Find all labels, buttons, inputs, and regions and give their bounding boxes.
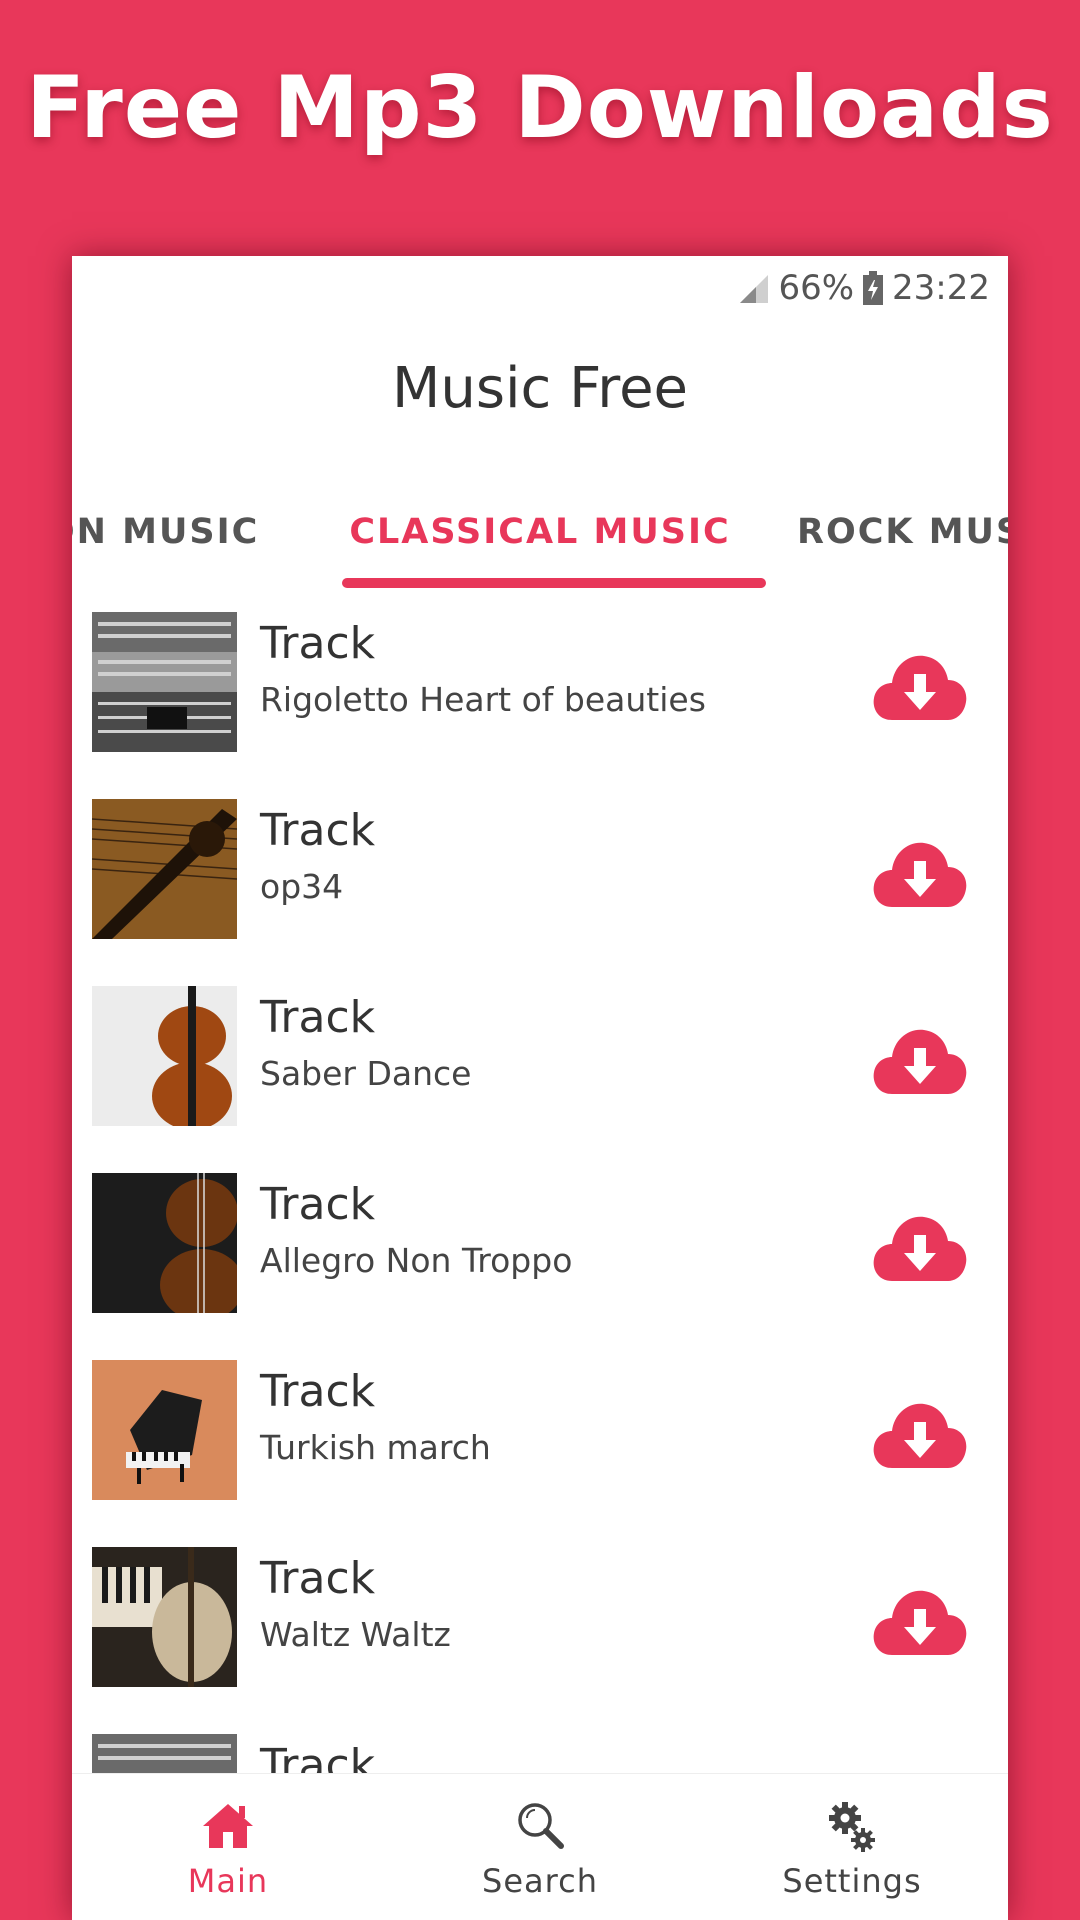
- tab-rock-music[interactable]: ROCK MUS: [797, 496, 1008, 592]
- list-item[interactable]: Track op34: [72, 799, 1008, 986]
- nav-settings[interactable]: Settings: [696, 1774, 1008, 1920]
- cloud-download-icon: [873, 1029, 967, 1094]
- track-subtitle: Rigoletto Heart of beauties: [260, 680, 706, 719]
- track-subtitle: op34: [260, 867, 344, 906]
- download-button[interactable]: [872, 1585, 968, 1657]
- download-button[interactable]: [872, 837, 968, 909]
- search-icon: [384, 1800, 696, 1856]
- download-button[interactable]: [872, 1398, 968, 1470]
- promo-title: Free Mp3 Downloads: [26, 58, 1054, 158]
- home-icon: [72, 1800, 384, 1856]
- battery-percent: 66%: [778, 268, 855, 308]
- cloud-download-icon: [873, 655, 967, 720]
- download-button[interactable]: [872, 650, 968, 722]
- clock: 23:22: [892, 268, 990, 308]
- list-item[interactable]: Track Waltz Waltz: [72, 1547, 1008, 1734]
- track-subtitle: Allegro Non Troppo: [260, 1241, 573, 1280]
- list-item[interactable]: Track Rigoletto Heart of beauties: [72, 612, 1008, 799]
- track-thumbnail: [92, 1360, 237, 1500]
- list-item[interactable]: Track Turkish march: [72, 1360, 1008, 1547]
- track-thumbnail: [92, 1173, 237, 1313]
- download-button[interactable]: [872, 1024, 968, 1096]
- cloud-download-icon: [873, 1216, 967, 1281]
- track-title: Track: [260, 1553, 376, 1604]
- track-title: Track: [260, 618, 376, 669]
- track-subtitle: Saber Dance: [260, 1054, 472, 1093]
- settings-gear-icon: [696, 1800, 1008, 1856]
- nav-label-search: Search: [482, 1862, 598, 1900]
- status-right: 66% 23:22: [738, 266, 990, 310]
- cloud-download-icon: [873, 1403, 967, 1468]
- track-title: Track: [260, 805, 376, 856]
- download-button[interactable]: [872, 1211, 968, 1283]
- bottom-navigation: Main Search Settings: [72, 1773, 1008, 1920]
- track-list: Track Rigoletto Heart of beauties Track …: [72, 600, 1008, 1810]
- signal-icon: [738, 273, 770, 303]
- track-thumbnail: [92, 799, 237, 939]
- cloud-download-icon: [873, 842, 967, 907]
- track-thumbnail: [92, 1547, 237, 1687]
- track-title: Track: [260, 1366, 376, 1417]
- cloud-download-icon: [873, 1590, 967, 1655]
- nav-label-main: Main: [187, 1862, 269, 1900]
- battery-charging-icon: [862, 271, 884, 305]
- track-title: Track: [260, 1179, 376, 1230]
- track-thumbnail: [92, 612, 237, 752]
- list-item[interactable]: Track Saber Dance: [72, 986, 1008, 1173]
- nav-label-settings: Settings: [782, 1862, 922, 1900]
- app-title: Music Free: [392, 356, 688, 421]
- list-item[interactable]: Track Allegro Non Troppo: [72, 1173, 1008, 1360]
- active-tab-indicator: [342, 578, 766, 588]
- track-title: Track: [260, 992, 376, 1043]
- phone-screen: 66% 23:22 Music Free TION MUSIC CLASSICA…: [72, 256, 1008, 1920]
- track-subtitle: Waltz Waltz: [260, 1615, 451, 1654]
- nav-main[interactable]: Main: [72, 1774, 384, 1920]
- nav-search[interactable]: Search: [384, 1774, 696, 1920]
- status-bar: 66% 23:22: [72, 256, 1008, 320]
- track-thumbnail: [92, 986, 237, 1126]
- track-subtitle: Turkish march: [260, 1428, 491, 1467]
